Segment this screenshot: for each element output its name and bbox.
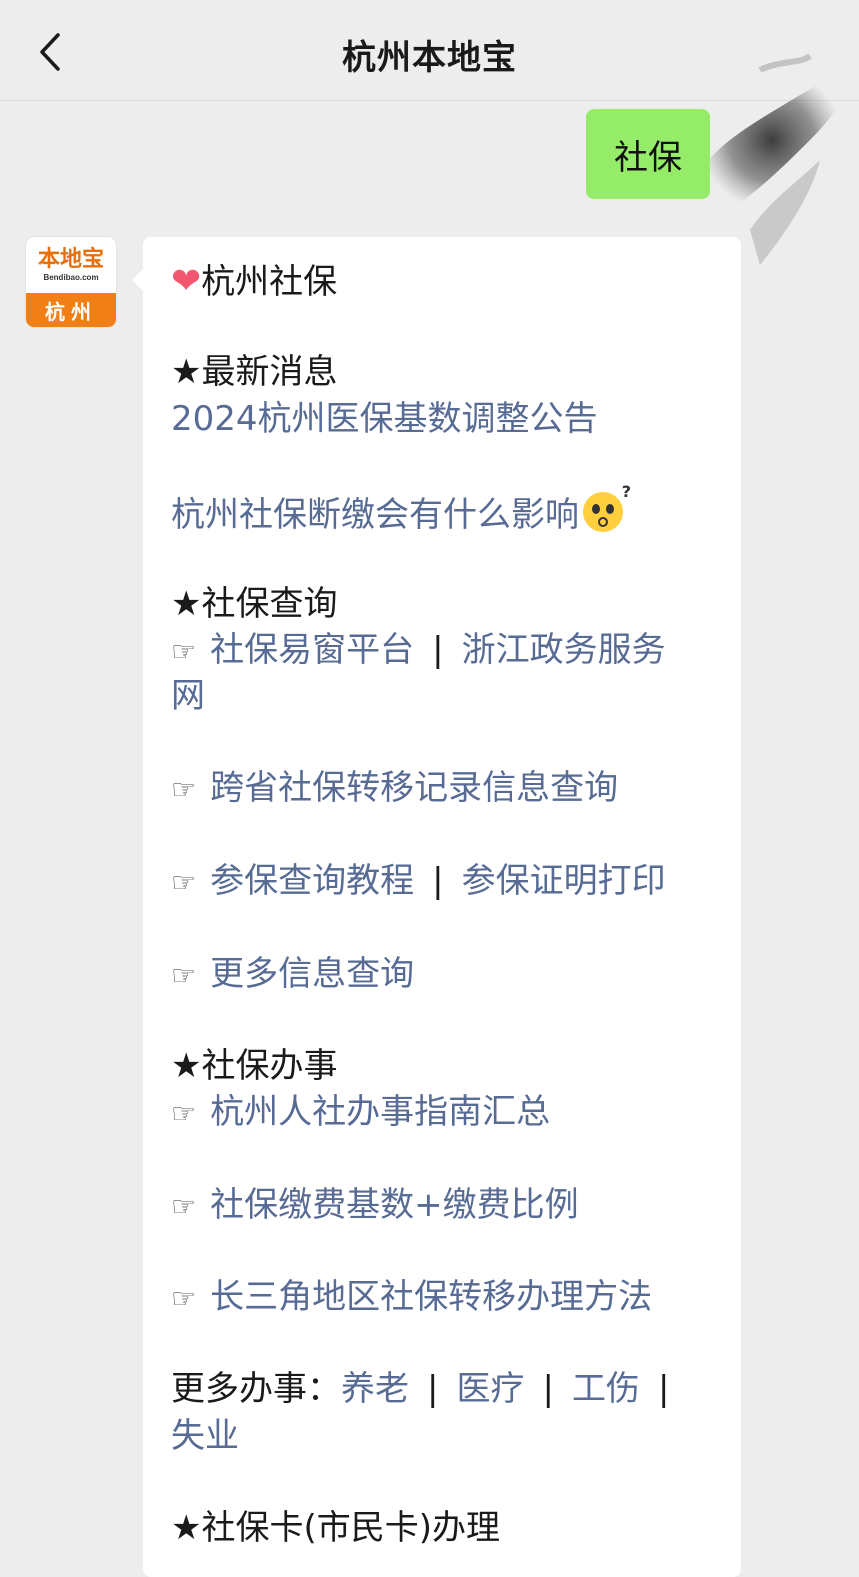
query-line-1: ☞ 社保易窗平台 | 浙江政务服务 — [171, 630, 666, 671]
more-link-medical[interactable]: 医疗 — [456, 1369, 524, 1409]
affairs-line-1: ☞ 杭州人社办事指南汇总 — [171, 1092, 550, 1133]
reply-title: 杭州社保 — [201, 262, 338, 302]
affairs-line-3: ☞ 长三角地区社保转移办理方法 — [171, 1277, 652, 1318]
avatar-brand-text: 本地宝 — [37, 246, 104, 272]
section-affairs: ★社保办事 — [171, 1046, 338, 1086]
query-link-4[interactable]: 参保查询教程 — [210, 861, 414, 901]
pointing-hand-icon: ☞ — [171, 959, 197, 992]
section-card: ★社保卡(市民卡)办理 — [171, 1508, 501, 1548]
query-link-5[interactable]: 参保证明打印 — [462, 861, 666, 901]
query-line-6: ☞ 更多信息查询 — [171, 954, 414, 995]
pointing-hand-icon: ☞ — [171, 635, 197, 668]
query-link-1[interactable]: 社保易窗平台 — [210, 630, 414, 670]
query-line-3: ☞ 跨省社保转移记录信息查询 — [171, 768, 618, 809]
avatar-brand: 本地宝 Bendibao.com — [26, 237, 116, 293]
affairs-link-1[interactable]: 杭州人社办事指南汇总 — [210, 1092, 550, 1132]
heart-icon: ❤ — [171, 261, 202, 302]
reply-title-line: ❤杭州社保 — [171, 260, 337, 303]
more-link-injury[interactable]: 工伤 — [572, 1369, 640, 1409]
affairs-link-3[interactable]: 长三角地区社保转移办理方法 — [210, 1277, 652, 1317]
separator: | — [432, 630, 444, 670]
avatar-city: 杭州 — [26, 293, 116, 327]
affairs-line-2: ☞ 社保缴费基数+缴费比例 — [171, 1185, 579, 1226]
pointing-hand-icon: ☞ — [171, 1097, 197, 1130]
confused-face-icon: ? — [583, 482, 631, 532]
more-affairs-line: 更多办事：养老 | 医疗 | 工伤 | — [171, 1369, 687, 1410]
news-link-2[interactable]: 杭州社保断缴会有什么影响 — [171, 495, 579, 535]
more-affairs-label: 更多办事： — [171, 1369, 341, 1409]
user-message-text: 社保 — [614, 137, 682, 178]
affairs-link-2[interactable]: 社保缴费基数+缴费比例 — [210, 1185, 579, 1225]
news-line-2: 杭州社保断缴会有什么影响? — [171, 482, 631, 536]
pointing-hand-icon: ☞ — [171, 866, 197, 899]
avatar-domain: Bendibao.com — [43, 273, 99, 282]
section-news: ★最新消息 — [171, 352, 338, 392]
query-link-6[interactable]: 更多信息查询 — [210, 954, 414, 994]
pointing-hand-icon: ☞ — [171, 773, 197, 806]
section-query: ★社保查询 — [171, 584, 338, 624]
news-link-1[interactable]: 2024杭州医保基数调整公告 — [171, 399, 598, 440]
pointing-hand-icon: ☞ — [171, 1190, 197, 1223]
more-link-unemployment[interactable]: 失业 — [171, 1416, 239, 1457]
user-message-bubble[interactable]: 社保 — [586, 109, 710, 199]
separator: | — [657, 1369, 670, 1409]
avatar[interactable]: 本地宝 Bendibao.com 杭州 — [26, 237, 116, 327]
separator: | — [427, 1369, 439, 1409]
more-link-pension[interactable]: 养老 — [341, 1369, 409, 1409]
separator: | — [432, 861, 444, 901]
query-line-4: ☞ 参保查询教程 | 参保证明打印 — [171, 861, 666, 902]
query-link-3[interactable]: 跨省社保转移记录信息查询 — [210, 768, 618, 808]
pointing-hand-icon: ☞ — [171, 1282, 197, 1315]
query-link-2[interactable]: 浙江政务服务 — [462, 630, 666, 670]
separator: | — [542, 1369, 554, 1409]
query-link-2-wrap[interactable]: 网 — [171, 676, 205, 717]
